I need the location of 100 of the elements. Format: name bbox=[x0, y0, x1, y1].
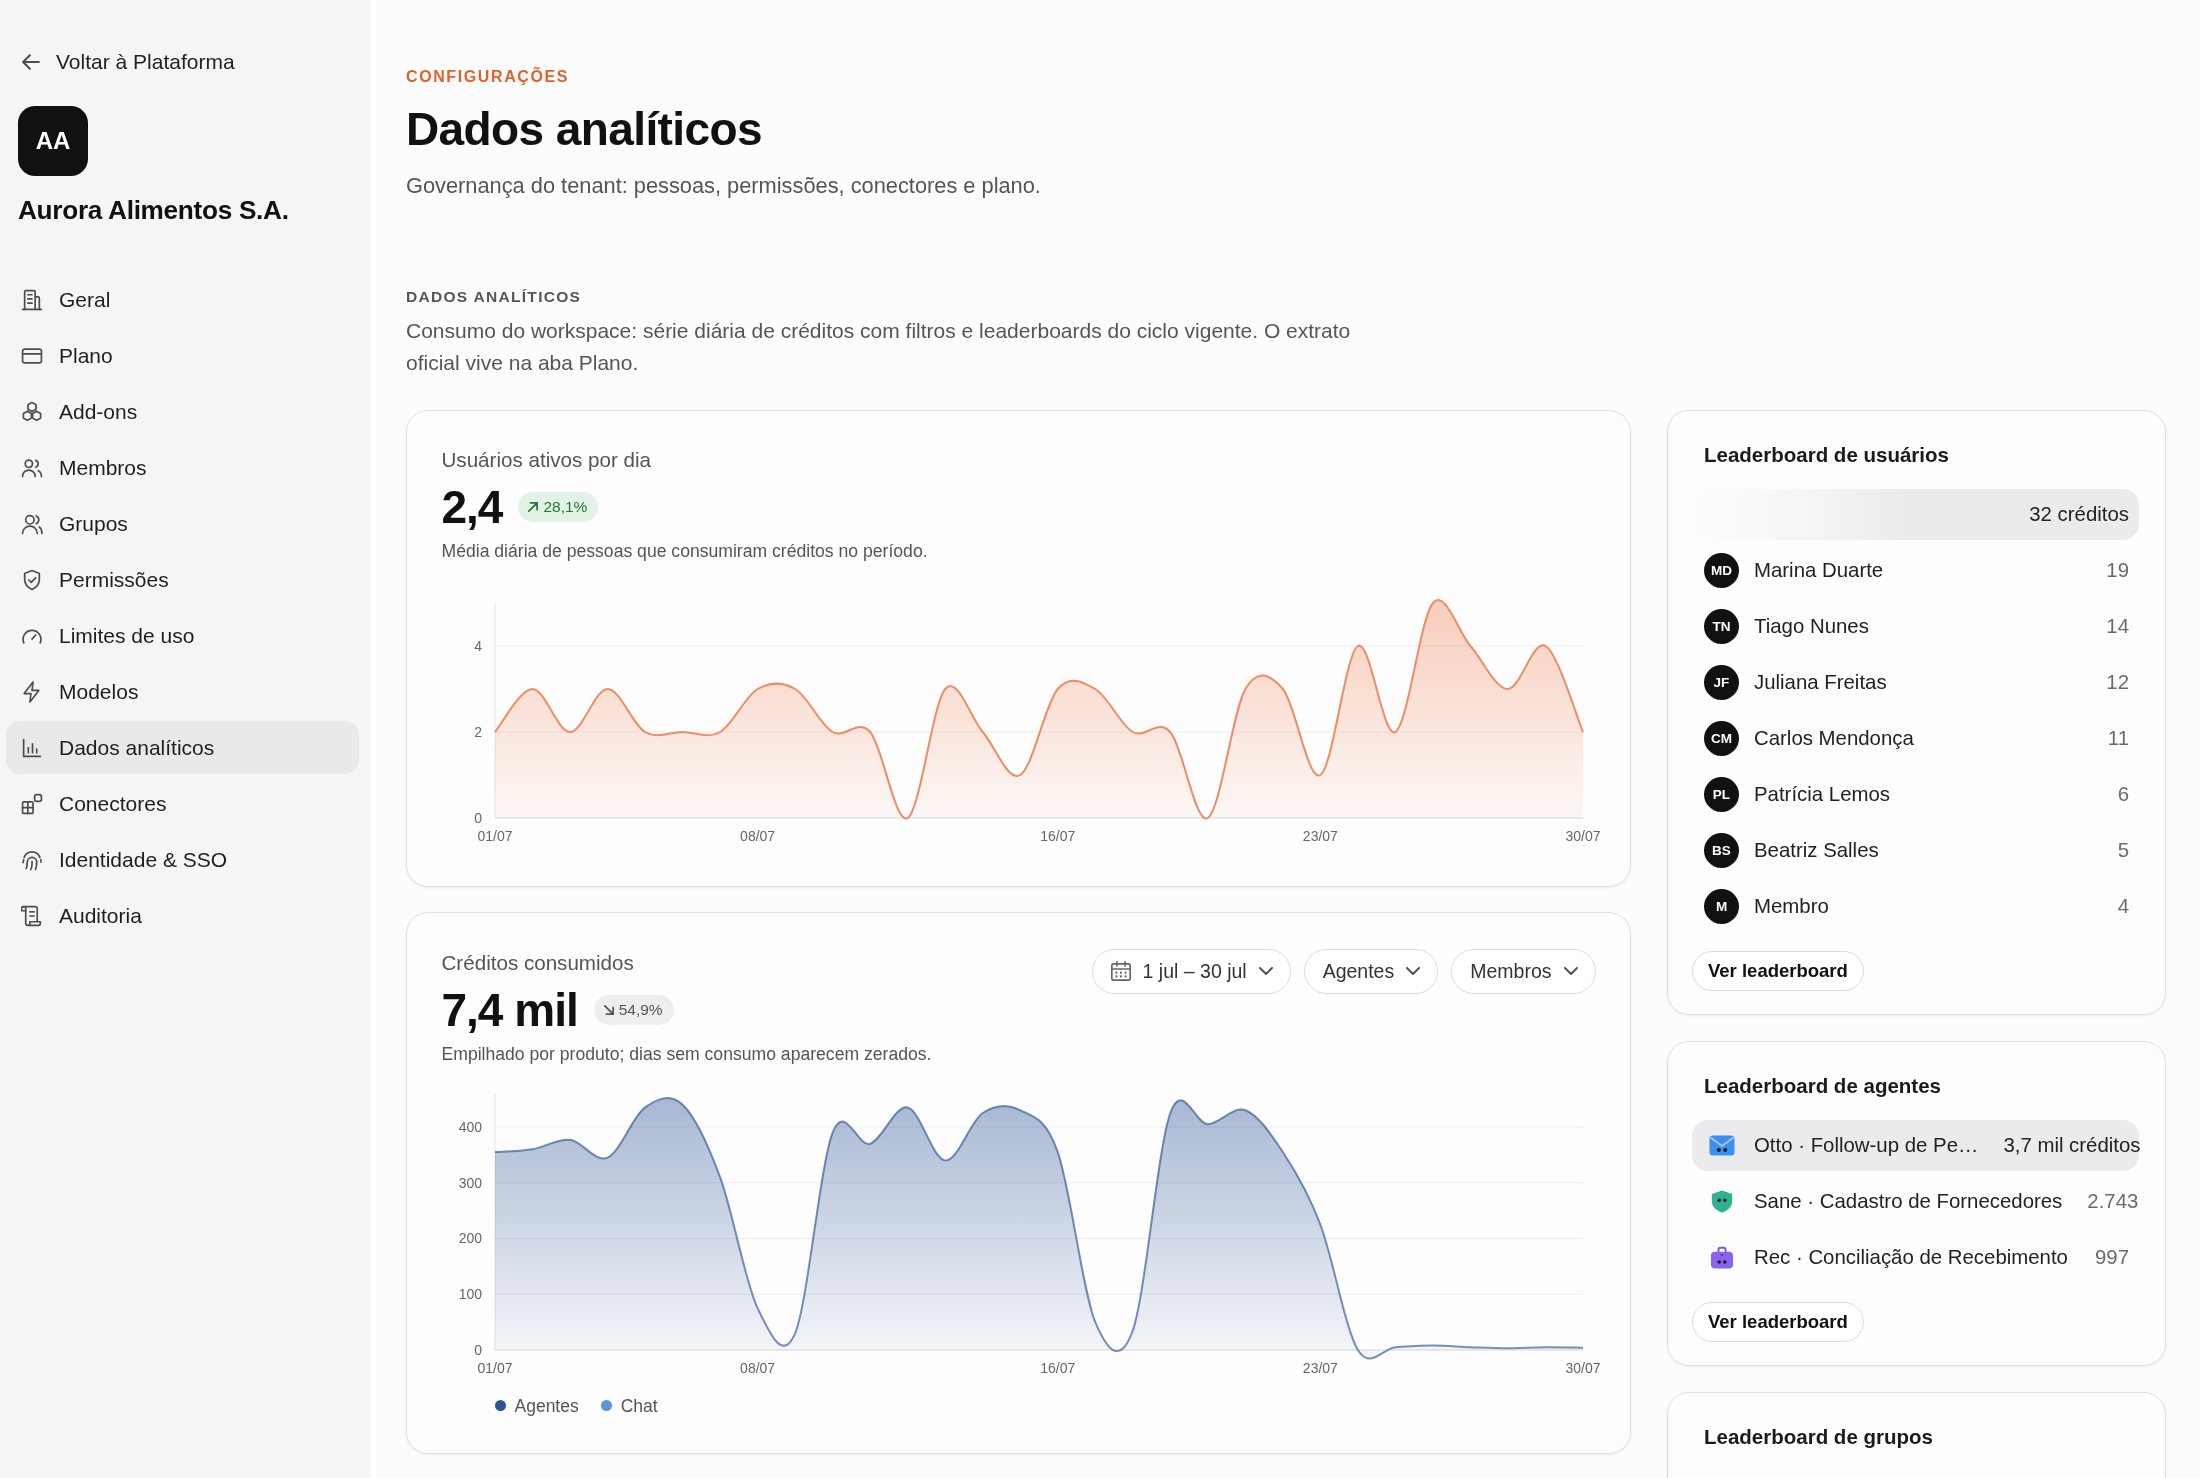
credit-value: 2.743 bbox=[2087, 1190, 2139, 1213]
axis-label: 16/07 bbox=[1039, 1359, 1075, 1376]
axis-label: 200 bbox=[458, 1229, 482, 1246]
blocks-icon bbox=[21, 792, 43, 815]
cubes-icon bbox=[21, 400, 43, 423]
credit-value: 6 bbox=[2117, 783, 2129, 806]
nav-item[interactable]: Grupos bbox=[6, 497, 359, 550]
chevron-down-icon bbox=[1258, 967, 1273, 975]
axis-label: 08/07 bbox=[739, 827, 775, 844]
nav-item[interactable]: Dados analíticos bbox=[6, 721, 359, 774]
nav-item[interactable]: Permissões bbox=[6, 553, 359, 606]
leaderboard-name: Membro bbox=[1754, 895, 1830, 918]
credit-value: 12 bbox=[2106, 671, 2129, 694]
page-eyebrow: CONFIGURAÇÕES bbox=[406, 66, 571, 87]
credit-value: 32 créditos bbox=[2029, 503, 2129, 526]
axis-label: 30/07 bbox=[1565, 827, 1600, 844]
calendar-icon bbox=[1110, 961, 1131, 981]
building-icon bbox=[21, 288, 43, 311]
legend-label: Chat bbox=[620, 1395, 658, 1416]
bar-chart-icon bbox=[21, 736, 43, 759]
page-title: Dados analíticos bbox=[406, 102, 763, 156]
leaderboard-name: Tiago Nunes bbox=[1754, 615, 1870, 638]
page-subtitle: Governança do tenant: pessoas, permissões, conectores e plano. bbox=[406, 172, 1042, 200]
back-link[interactable]: Voltar à Plataforma bbox=[22, 49, 235, 75]
axis-label: 2 bbox=[473, 723, 482, 740]
axis-label: 0 bbox=[473, 1341, 482, 1358]
users-icon bbox=[21, 456, 43, 479]
axis-label: 0 bbox=[473, 809, 482, 826]
org-logo: AA bbox=[18, 106, 88, 176]
credit-value: 14 bbox=[2106, 615, 2129, 638]
axis-label: 01/07 bbox=[477, 1359, 512, 1376]
axis-label: 100 bbox=[458, 1285, 482, 1302]
user-group-icon bbox=[21, 512, 43, 535]
card-title: Usuários ativos por dia bbox=[441, 446, 652, 473]
view-leaderboard-button[interactable]: Ver leaderboard bbox=[1692, 951, 1864, 991]
org-name: Aurora Alimentos S.A. bbox=[18, 194, 289, 227]
avatar: M bbox=[1704, 889, 1739, 924]
leaderboard-name: Beatriz Salles bbox=[1754, 839, 1880, 862]
credit-value: 4 bbox=[2117, 895, 2129, 918]
nav-item[interactable]: Limites de uso bbox=[6, 609, 359, 662]
card-title: Leaderboard de usuários bbox=[1703, 442, 1950, 468]
nav-item[interactable]: Conectores bbox=[6, 777, 359, 830]
trend-value: 28,1% bbox=[543, 497, 588, 516]
metric-value: 2,4 bbox=[441, 481, 503, 532]
axis-label: 300 bbox=[458, 1174, 482, 1191]
avatar: JF bbox=[1704, 665, 1739, 700]
credit-value: 3,7 mil créditos bbox=[2003, 1134, 2141, 1157]
filter-dropdown[interactable]: Agentes bbox=[1303, 948, 1439, 994]
scroll-icon bbox=[21, 904, 43, 927]
metric-caption: Empilhado por produto; dias sem consumo aparecem zerados. bbox=[441, 1042, 932, 1065]
axis-label: 30/07 bbox=[1565, 1359, 1600, 1376]
leaderboard-name: Sane · Cadastro de Fornecedores bbox=[1754, 1190, 2063, 1213]
metric-caption: Média diária de pessoas que consumiram créditos no período. bbox=[441, 539, 928, 562]
nav-item[interactable]: Plano bbox=[6, 329, 359, 382]
nav-item[interactable]: Membros bbox=[6, 441, 359, 494]
metric-value: 7,4 mil bbox=[441, 984, 578, 1035]
filter-dropdown[interactable]: Membros bbox=[1451, 948, 1596, 994]
avatar: TN bbox=[1704, 609, 1739, 644]
nav-item[interactable]: Modelos bbox=[6, 665, 359, 718]
card-title: Créditos consumidos bbox=[441, 949, 635, 976]
arrow-down-right-icon bbox=[603, 1004, 614, 1015]
view-leaderboard-button[interactable]: Ver leaderboard bbox=[1692, 1302, 1864, 1342]
axis-label: 4 bbox=[473, 637, 482, 654]
nav-item[interactable]: Geral bbox=[6, 273, 359, 326]
card-title: Leaderboard de grupos bbox=[1703, 1424, 1934, 1450]
nav-item[interactable]: Identidade & SSO bbox=[6, 833, 359, 886]
lightning-icon bbox=[21, 680, 43, 703]
card-title: Leaderboard de agentes bbox=[1703, 1073, 1942, 1099]
chevron-down-icon bbox=[1406, 967, 1421, 975]
axis-label: 16/07 bbox=[1039, 827, 1075, 844]
chevron-down-icon bbox=[1563, 967, 1578, 975]
section-description: Consumo do workspace: série diária de créditos com filtros e leaderboards do ciclo vigente. O extrato oficial vive na aba Plano. bbox=[406, 318, 1352, 376]
shield-check-icon bbox=[21, 568, 43, 591]
nav-item[interactable]: Auditoria bbox=[6, 889, 359, 942]
envelope-icon bbox=[1708, 1134, 1735, 1157]
leaderboard-name: Patrícia Lemos bbox=[1754, 783, 1891, 806]
avatar: PL bbox=[1704, 777, 1739, 812]
legend-label: Agentes bbox=[514, 1395, 579, 1416]
credit-value: 11 bbox=[2107, 727, 2129, 750]
briefcase-icon bbox=[1708, 1246, 1735, 1269]
date-range-dropdown[interactable]: 1 jul – 30 jul bbox=[1091, 948, 1291, 994]
avatar: BS bbox=[1704, 833, 1739, 868]
credit-value: 5 bbox=[2117, 839, 2129, 862]
leaderboard-name: Marina Duarte bbox=[1754, 559, 1885, 582]
trend-value: 54,9% bbox=[618, 1000, 663, 1019]
leaderboard-name: Carlos Mendonça bbox=[1754, 727, 1915, 750]
arrow-up-right-icon bbox=[528, 501, 539, 512]
fingerprint-icon bbox=[21, 848, 43, 871]
leaderboard-name: Otto · Follow-up de Pe… bbox=[1754, 1134, 1979, 1157]
section-heading: DADOS ANALÍTICOS bbox=[406, 287, 583, 307]
axis-label: 23/07 bbox=[1302, 827, 1338, 844]
nav-item[interactable]: Add-ons bbox=[6, 385, 359, 438]
axis-label: 01/07 bbox=[477, 827, 512, 844]
leaderboard-name: Rec · Conciliação de Recebimento bbox=[1754, 1246, 2069, 1269]
axis-label: 08/07 bbox=[739, 1359, 775, 1376]
leaderboard-name: Juliana Freitas bbox=[1754, 671, 1888, 694]
credit-value: 997 bbox=[2094, 1246, 2129, 1269]
axis-label: 400 bbox=[458, 1118, 482, 1135]
back-arrow-icon bbox=[22, 54, 40, 70]
axis-label: 23/07 bbox=[1302, 1359, 1338, 1376]
